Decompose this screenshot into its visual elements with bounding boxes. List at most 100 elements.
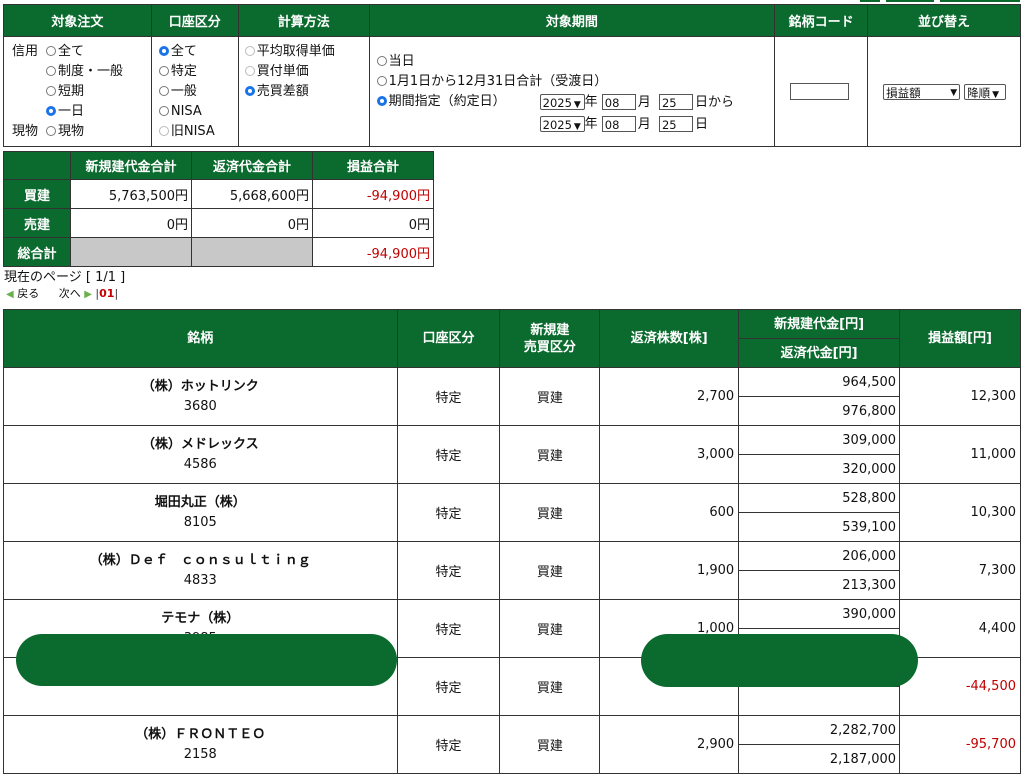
calc-option-purchase[interactable]: 買付単価 [244,64,309,80]
account-option-old-nisa[interactable]: 旧NISA [158,124,215,140]
stock-code-input[interactable] [790,83,850,100]
pager: ◀ 戻る 次へ ▶ |01| [6,287,119,300]
new-amount: 528,800 [738,483,901,513]
to-date-row: 2025 ▼ 年 08 月 25 日 [539,116,708,133]
to-month-input[interactable]: 08 [601,116,636,132]
period-cell: 当日 1月1日から12月31日合計（受渡日） 期間指定（約定日） 2025 ▼ 年 … [368,36,776,147]
table-row: （株）Ｄｅｆ ｃｏｎｓｕｌｔｉｎｇ 4833 特定 買建 1,900 206,000 7,3… [3,541,1021,600]
to-day-input[interactable]: 25 [658,116,693,132]
col-new-amount: 新規建代金[円] [738,309,901,339]
table-row: （株）ホットリンク 3680 特定 買建 2,700 964,500 12,300 [3,367,1021,426]
trade-side: 買建 [499,367,601,426]
radio-selected-icon[interactable] [376,96,387,106]
account-option-nisa[interactable]: NISA [158,104,202,120]
account-option-general[interactable]: 一般 [158,84,197,100]
top-tab-edge [860,0,880,2]
return-qty: 2,700 [599,367,740,426]
sort-field-select[interactable]: 損益額 ▼ [883,84,961,100]
period-option-year[interactable]: 1月1日から12月31日合計（受渡日） [376,74,607,90]
header-account: 口座区分 [150,4,239,37]
top-tab-edge [886,0,934,2]
new-amount: 964,500 [738,367,901,397]
radio-icon[interactable] [158,106,169,116]
order-option-short[interactable]: 短期 [46,84,84,100]
order-option-day[interactable]: 一日 [46,104,84,120]
radio-icon[interactable] [46,126,56,136]
radio-icon[interactable] [46,86,56,96]
radio-icon[interactable] [158,66,169,76]
trade-side: 買建 [499,599,601,658]
account-option-specific[interactable]: 特定 [158,64,197,80]
trade-side: 買建 [499,483,601,542]
new-amount: 309,000 [738,425,901,455]
header-sort: 並び替え [867,4,1021,37]
trade-side: 買建 [499,715,601,774]
new-amount: 2,282,700 [738,715,901,745]
radio-icon[interactable] [46,66,56,76]
chevron-down-icon: ▼ [573,100,581,110]
redaction-mark [641,634,918,687]
table-row: （株）メドレックス 4586 特定 買建 3,000 309,000 11,000 [3,425,1021,484]
col-pl: 損益額[円] [899,309,1021,368]
stock-name-cell: （株）Ｄｅｆ ｃｏｎｓｕｌｔｉｎｇ 4833 [3,541,398,600]
return-amount: 539,100 [738,512,901,542]
radio-selected-icon[interactable] [244,86,255,96]
new-amount: 206,000 [738,541,901,571]
account-type: 特定 [396,367,501,426]
pager-back[interactable]: 戻る [17,287,39,300]
triangle-left-icon: ◀ [6,289,14,300]
radio-icon[interactable] [376,56,387,66]
header-code: 銘柄コード [774,4,869,37]
trade-side: 買建 [499,425,601,484]
calc-option-average[interactable]: 平均取得単価 [244,44,335,60]
return-amount: 213,300 [738,570,901,600]
calc-cell: 平均取得単価 買付単価 売買差額 [237,36,370,147]
order-option-physical[interactable]: 現物 [46,124,84,140]
account-type: 特定 [396,657,501,716]
order-option-all[interactable]: 全て [46,44,84,60]
order-option-standard[interactable]: 制度・一般 [46,64,123,80]
sort-order-select[interactable]: 降順 ▼ [964,84,1007,100]
account-option-all[interactable]: 全て [158,44,197,60]
col-return-amount: 返済代金[円] [738,338,901,368]
from-day-input[interactable]: 25 [658,94,693,110]
return-amount: 976,800 [738,396,901,426]
col-account: 口座区分 [396,309,501,368]
trade-side: 買建 [499,657,601,716]
from-year-select[interactable]: 2025 ▼ [539,94,585,110]
radio-icon[interactable] [46,46,56,56]
radio-selected-icon[interactable] [158,46,169,56]
triangle-right-icon: ▶ [84,289,92,300]
col-name: 銘柄 [3,309,398,368]
pager-current[interactable]: 01 [99,287,114,300]
return-qty: 3,000 [599,425,740,484]
code-cell [774,36,869,147]
to-year-select[interactable]: 2025 ▼ [539,116,585,132]
profit-loss: 7,300 [899,541,1021,600]
account-type: 特定 [396,541,501,600]
calc-option-difference[interactable]: 売買差額 [244,84,309,100]
profit-loss: 4,400 [899,599,1021,658]
chevron-down-icon: ▼ [992,90,1000,100]
filter-table: 対象注文 口座区分 計算方法 対象期間 銘柄コード 並び替え 信用 全て 制度・… [3,4,1021,147]
radio-disabled-icon[interactable] [244,46,255,56]
chevron-down-icon: ▼ [573,122,581,132]
radio-disabled-icon[interactable] [158,126,169,136]
summary-table: 新規建代金合計 返済代金合計 損益合計 買建 5,763,500円 5,668,… [3,151,434,267]
summary-row-buy: 買建 5,763,500円 5,668,600円 -94,900円 [3,179,434,209]
stock-name-cell: （株）メドレックス 4586 [3,425,398,484]
from-month-input[interactable]: 08 [601,94,636,110]
radio-disabled-icon[interactable] [244,66,255,76]
account-type: 特定 [396,715,501,774]
radio-selected-icon[interactable] [46,106,56,116]
radio-icon[interactable] [158,86,169,96]
account-type: 特定 [396,599,501,658]
physical-label: 現物 [12,124,39,139]
period-option-today[interactable]: 当日 [376,54,415,70]
radio-icon[interactable] [376,76,387,86]
pager-next[interactable]: 次へ [59,287,81,300]
profit-loss: -44,500 [899,657,1021,716]
period-option-range[interactable]: 期間指定（約定日） [376,94,506,110]
page-info: 現在のページ [ 1/1 ] [4,270,126,285]
col-qty: 返済株数[株] [599,309,740,368]
